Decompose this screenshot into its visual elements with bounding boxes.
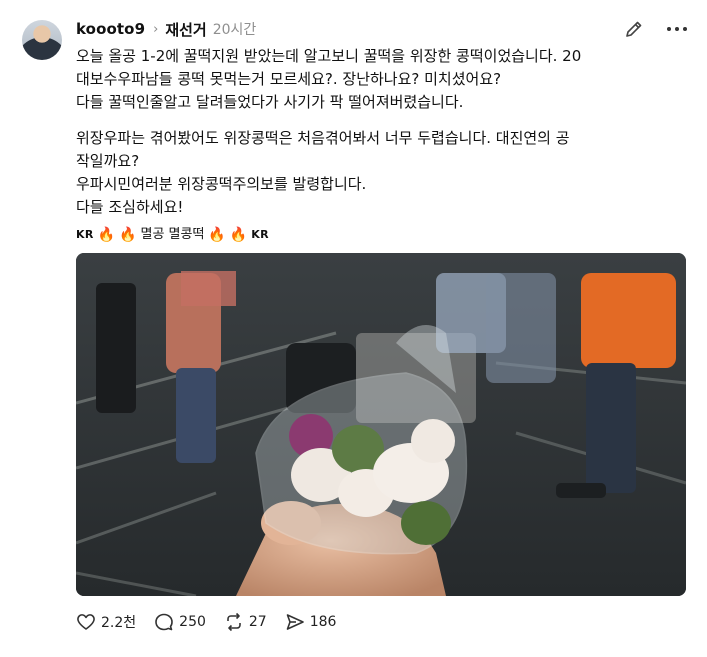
kr-flag-label: KR (76, 228, 94, 241)
like-button[interactable]: 2.2천 (76, 612, 136, 632)
post-text-line: 다들 조심하세요! (76, 198, 184, 216)
fire-emoji: 🔥 (208, 227, 226, 243)
comment-count: 250 (179, 614, 206, 630)
topic-link[interactable]: 재선거 (165, 19, 206, 40)
photo-illustration (76, 253, 686, 596)
action-bar: 2.2천 250 27 186 (76, 611, 354, 633)
timestamp[interactable]: 20시간 (213, 19, 257, 39)
share-button[interactable]: 186 (285, 612, 337, 632)
comment-icon (155, 613, 173, 631)
chevron-right-icon: › (153, 21, 159, 37)
comment-button[interactable]: 250 (154, 612, 206, 632)
post-tags: KR 🔥 🔥 멸공 멸콩떡 🔥 🔥 KR (76, 225, 269, 245)
post-text-line: 위장우파는 겪어봤어도 위장콩떡은 처음겪어봐서 너무 두렵습니다. 대진연의 … (76, 129, 570, 147)
avatar[interactable] (22, 20, 62, 60)
repost-icon (227, 612, 241, 632)
post-photo[interactable] (76, 253, 686, 596)
repost-count: 27 (248, 614, 267, 630)
post-text-line: 오늘 올공 1-2에 꿀떡지원 받았는데 알고보니 꿀떡을 위장한 콩떡이었습니… (76, 47, 582, 65)
post-header: koooto9 › 재선거 20시간 (76, 16, 256, 42)
share-count: 186 (309, 614, 337, 630)
username[interactable]: koooto9 (76, 20, 145, 38)
fire-emoji: 🔥 (119, 227, 137, 243)
post: koooto9 › 재선거 20시간 오늘 올공 1-2에 꿀떡지원 받았는데 … (0, 0, 707, 657)
like-count: 2.2천 (101, 615, 137, 631)
tag-text: 멸공 멸콩떡 (140, 227, 205, 242)
repost-button[interactable]: 27 (224, 612, 267, 632)
kr-flag-label: KR (251, 228, 269, 241)
heart-icon (77, 614, 95, 630)
post-text-line: 대보수우파남들 콩떡 못먹는거 모르세요?. 장난하나요? 미치셨어요? (76, 70, 502, 88)
post-text-line: 우파시민여러분 위장콩떡주의보를 발령합니다. (76, 175, 367, 193)
post-text-line: 다들 꿀떡인줄알고 달려들었다가 사기가 팍 떨어져버렸습니다. (76, 93, 464, 111)
fire-emoji: 🔥 (229, 227, 248, 243)
share-icon (286, 614, 304, 630)
more-icon[interactable] (664, 18, 690, 40)
edit-icon[interactable] (623, 18, 645, 40)
fire-emoji: 🔥 (97, 227, 116, 243)
post-text-line: 작일까요? (76, 152, 140, 170)
